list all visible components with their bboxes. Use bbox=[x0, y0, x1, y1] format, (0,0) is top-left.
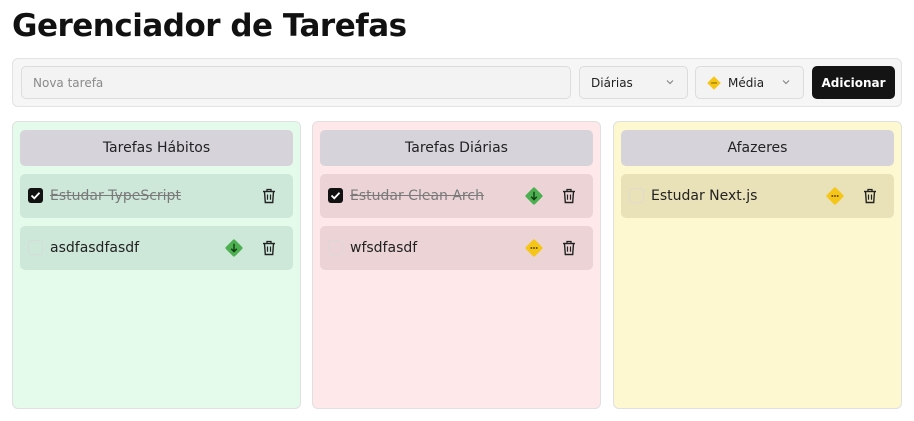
trash-icon[interactable] bbox=[261, 187, 277, 205]
task-type-value: Diárias bbox=[591, 75, 633, 90]
medium-priority-icon bbox=[707, 75, 721, 90]
low-priority-icon bbox=[525, 187, 543, 205]
task-item: wfsdfasdf bbox=[320, 226, 593, 270]
add-task-button[interactable]: Adicionar bbox=[812, 66, 895, 99]
checkmark-icon bbox=[30, 192, 41, 200]
column-daily: Tarefas Diárias Estudar Clean Arch wfsdf… bbox=[312, 121, 601, 409]
task-checkbox[interactable] bbox=[629, 188, 644, 203]
chevron-down-icon bbox=[782, 80, 790, 85]
chevron-down-icon bbox=[666, 80, 674, 85]
task-item: Estudar TypeScript bbox=[20, 174, 293, 218]
low-priority-icon bbox=[225, 239, 243, 257]
medium-priority-icon bbox=[525, 239, 543, 257]
task-label: wfsdfasdf bbox=[350, 240, 418, 256]
trash-icon[interactable] bbox=[862, 187, 878, 205]
column-todos: Afazeres Estudar Next.js bbox=[613, 121, 902, 409]
task-checkbox[interactable] bbox=[328, 240, 343, 255]
task-item: Estudar Next.js bbox=[621, 174, 894, 218]
column-header-daily: Tarefas Diárias bbox=[320, 130, 593, 166]
column-header-habits: Tarefas Hábitos bbox=[20, 130, 293, 166]
task-item: Estudar Clean Arch bbox=[320, 174, 593, 218]
column-header-todos: Afazeres bbox=[621, 130, 894, 166]
trash-icon[interactable] bbox=[561, 187, 577, 205]
checkmark-icon bbox=[330, 192, 341, 200]
task-checkbox[interactable] bbox=[28, 240, 43, 255]
task-toolbar: Diárias Média Adicionar bbox=[12, 58, 902, 107]
task-type-select[interactable]: Diárias bbox=[579, 66, 688, 99]
column-habits: Tarefas Hábitos Estudar TypeScript asdfa… bbox=[12, 121, 301, 409]
task-label: asdfasdfasdf bbox=[50, 240, 140, 256]
medium-priority-icon bbox=[826, 187, 844, 205]
priority-select[interactable]: Média bbox=[695, 66, 804, 99]
trash-icon[interactable] bbox=[561, 239, 577, 257]
task-item: asdfasdfasdf bbox=[20, 226, 293, 270]
task-label: Estudar Next.js bbox=[651, 188, 758, 204]
task-label: Estudar Clean Arch bbox=[350, 188, 484, 204]
task-checkbox-checked[interactable] bbox=[28, 188, 43, 203]
page-title: Gerenciador de Tarefas bbox=[12, 8, 407, 44]
priority-value: Média bbox=[728, 75, 765, 90]
new-task-input[interactable] bbox=[21, 66, 571, 99]
task-checkbox-checked[interactable] bbox=[328, 188, 343, 203]
task-label: Estudar TypeScript bbox=[50, 188, 181, 204]
trash-icon[interactable] bbox=[261, 239, 277, 257]
